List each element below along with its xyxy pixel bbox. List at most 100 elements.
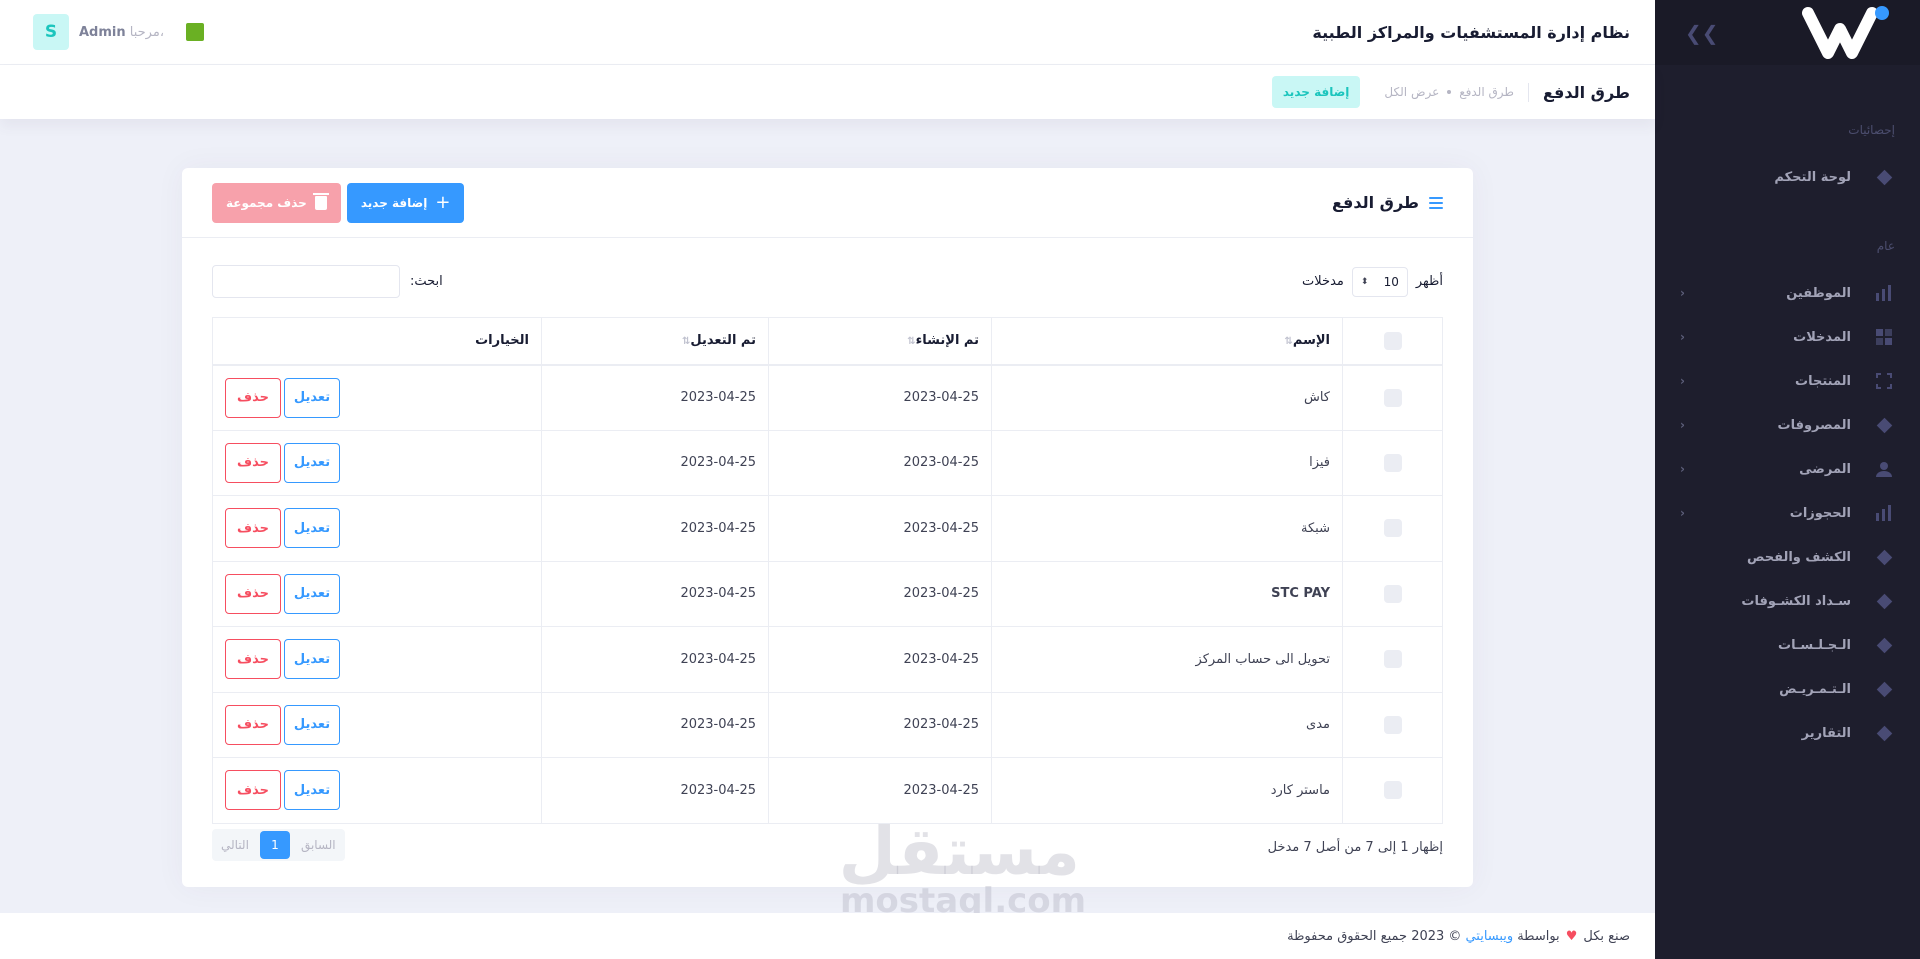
sidebar-toggle-icon[interactable]: ❯❯ <box>1685 21 1719 45</box>
card-toolbar: + إضافة جديد حذف مجموعة <box>212 182 465 223</box>
cell-created: 2023-04-25 <box>768 560 992 627</box>
card-header: طرق الدفع + إضافة جديد حذف مجموعة <box>182 168 1473 238</box>
cell-updated: 2023-04-25 <box>541 626 769 693</box>
sidebar-item-products[interactable]: المنتجات ‹ <box>1655 359 1920 403</box>
sidebar-item-label: التقارير <box>1801 725 1851 741</box>
delete-button[interactable]: حذف <box>225 639 281 680</box>
sidebar-item-dashboard[interactable]: لوحة التحكم <box>1655 155 1920 199</box>
sidebar-item-expenses[interactable]: المصروفات ‹ <box>1655 403 1920 447</box>
cell-created: 2023-04-25 <box>768 691 992 758</box>
edit-button[interactable]: تعديل <box>284 508 340 549</box>
edit-button[interactable]: تعديل <box>284 377 340 418</box>
cell-updated: 2023-04-25 <box>541 691 769 758</box>
row-checkbox[interactable] <box>1383 715 1402 734</box>
breadcrumb: طرق الدفع عرض الكل <box>1384 85 1514 99</box>
bulk-delete-button[interactable]: حذف مجموعة <box>212 182 341 223</box>
sidebar-section-general: عام <box>1876 239 1895 253</box>
edit-button[interactable]: تعديل <box>284 442 340 483</box>
cell-updated: 2023-04-25 <box>541 495 769 562</box>
watermark-arabic: مستقل <box>838 813 1080 890</box>
sidebar-item-label: الـتـمـريـض <box>1779 681 1851 697</box>
sidebar-item-inputs[interactable]: المدخلات ‹ <box>1655 315 1920 359</box>
subheader-add-button[interactable]: إضافة جديد <box>1271 76 1361 108</box>
search-label: ابحث: <box>410 274 443 289</box>
avatar[interactable]: S <box>33 14 69 50</box>
table-row: كاش 2023-04-25 2023-04-25 تعديل حذف <box>212 364 1443 431</box>
entries-label: مدخلات <box>1302 274 1344 289</box>
row-checkbox[interactable] <box>1383 584 1402 603</box>
delete-button[interactable]: حذف <box>225 770 281 811</box>
sidebar-section-stats: إحصائيات <box>1848 123 1895 137</box>
diamond-icon <box>1873 166 1895 188</box>
page-length-value: 10 <box>1383 274 1399 289</box>
breadcrumb-item[interactable]: طرق الدفع <box>1459 85 1514 99</box>
chevron-left-icon: ‹ <box>1680 374 1685 388</box>
delete-button[interactable]: حذف <box>225 377 281 418</box>
sidebar-item-examination[interactable]: الكشف والفحص <box>1655 535 1920 579</box>
sidebar-item-employees[interactable]: الموظفين ‹ <box>1655 271 1920 315</box>
cell-created: 2023-04-25 <box>768 429 992 496</box>
subheader: طرق الدفع طرق الدفع عرض الكل إضافة جديد <box>0 65 1655 119</box>
sidebar-item-bookings[interactable]: الحجوزات ‹ <box>1655 491 1920 535</box>
sidebar-brand: ❯❯ <box>1655 0 1920 65</box>
column-header-name[interactable]: الإسم⇅ <box>991 317 1343 366</box>
select-all-checkbox[interactable] <box>1383 331 1402 350</box>
cell-name: تحويل الى حساب المركز <box>991 626 1343 693</box>
table-row: فيزا 2023-04-25 2023-04-25 تعديل حذف <box>212 429 1443 496</box>
user-menu[interactable]: S Admin مرحبا، <box>33 14 205 50</box>
footer-rights: © 2023 جميع الحقوق محفوظة <box>1287 928 1462 944</box>
row-checkbox[interactable] <box>1383 453 1402 472</box>
sidebar-item-label: سـداد الكشـوفات <box>1741 593 1851 609</box>
column-header-updated[interactable]: تم التعديل⇅ <box>541 317 769 366</box>
cell-updated: 2023-04-25 <box>541 364 769 431</box>
pagination-next[interactable]: التالي <box>214 831 256 859</box>
brand-logo[interactable] <box>1800 3 1895 63</box>
sidebar-item-nursing[interactable]: الـتـمـريـض <box>1655 667 1920 711</box>
delete-button[interactable]: حذف <box>225 442 281 483</box>
breadcrumb-separator <box>1447 90 1452 94</box>
greeting-text: مرحبا، <box>129 24 165 40</box>
delete-button[interactable]: حذف <box>225 573 281 614</box>
delete-button[interactable]: حذف <box>225 508 281 549</box>
sidebar-item-reports[interactable]: التقارير <box>1655 711 1920 755</box>
sidebar-item-patients[interactable]: المرضى ‹ <box>1655 447 1920 491</box>
card-title-text: طرق الدفع <box>1331 193 1419 212</box>
sort-icon: ⇅ <box>1284 336 1293 348</box>
page-length-control: أظهر ⬍ 10 مدخلات <box>1302 266 1443 297</box>
sidebar-item-payments[interactable]: سـداد الكشـوفات <box>1655 579 1920 623</box>
add-new-button[interactable]: + إضافة جديد <box>346 182 465 223</box>
edit-button[interactable]: تعديل <box>284 704 340 745</box>
sidebar-item-sessions[interactable]: الـجـلـسـات <box>1655 623 1920 667</box>
bulk-delete-label: حذف مجموعة <box>226 195 307 210</box>
footer-by: بواسطة <box>1517 928 1560 944</box>
user-greeting: Admin مرحبا، <box>79 25 164 40</box>
diamond-icon <box>1873 546 1895 568</box>
edit-button[interactable]: تعديل <box>284 770 340 811</box>
search-control: ابحث: <box>212 265 443 298</box>
table-row: مدى 2023-04-25 2023-04-25 تعديل حذف <box>212 691 1443 758</box>
row-checkbox[interactable] <box>1383 650 1402 669</box>
footer-company-link[interactable]: ويبسايتي <box>1465 929 1513 944</box>
table-row: STC PAY 2023-04-25 2023-04-25 تعديل حذف <box>212 560 1443 627</box>
delete-button[interactable]: حذف <box>225 704 281 745</box>
page-length-select[interactable]: ⬍ 10 <box>1351 266 1408 297</box>
edit-button[interactable]: تعديل <box>284 639 340 680</box>
pagination-prev[interactable]: السابق <box>294 831 343 859</box>
cell-updated: 2023-04-25 <box>541 560 769 627</box>
row-checkbox[interactable] <box>1383 781 1402 800</box>
breadcrumb-item[interactable]: عرض الكل <box>1384 85 1439 99</box>
search-input[interactable] <box>212 265 400 298</box>
sidebar-item-label: الـجـلـسـات <box>1778 637 1851 653</box>
row-checkbox[interactable] <box>1383 388 1402 407</box>
row-checkbox[interactable] <box>1383 519 1402 538</box>
edit-button[interactable]: تعديل <box>284 573 340 614</box>
cell-name: STC PAY <box>991 560 1343 627</box>
sidebar-item-label: المصروفات <box>1777 417 1852 433</box>
pagination-page[interactable]: 1 <box>259 831 290 859</box>
footer-made-with: صنع بكل <box>1583 928 1630 944</box>
sidebar-item-label: الكشف والفحص <box>1746 549 1851 565</box>
column-header-created[interactable]: تم الإنشاء⇅ <box>768 317 992 366</box>
language-flag-icon[interactable] <box>186 23 205 41</box>
cell-created: 2023-04-25 <box>768 626 992 693</box>
user-icon <box>1873 458 1895 480</box>
